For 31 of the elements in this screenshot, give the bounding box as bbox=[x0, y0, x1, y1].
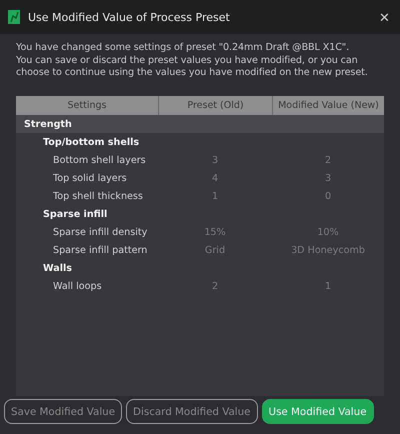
old-value: 4 bbox=[210, 172, 220, 184]
new-value: 0 bbox=[324, 190, 332, 202]
old-value: 2 bbox=[210, 280, 220, 292]
new-value: 3D Honeycomb bbox=[290, 244, 366, 256]
old-value: 1 bbox=[210, 190, 220, 202]
message-text: You can save or discard the preset values you have modified, or you can choose to continue using the values you have modified on the new preset. bbox=[16, 54, 369, 80]
category-label: Strength bbox=[23, 118, 73, 130]
outline-button[interactable]: Discard Modified Value bbox=[126, 399, 258, 424]
new-value: 2 bbox=[324, 154, 332, 166]
new-value: 1 bbox=[324, 280, 332, 292]
setting-name: Wall loops bbox=[52, 280, 103, 292]
setting-name: Top solid layers bbox=[52, 172, 128, 184]
old-value: 15% bbox=[203, 226, 227, 238]
message-text: You have changed some settings of preset "0.24mm Draft @BBL X1C". bbox=[16, 42, 350, 54]
old-value: 3 bbox=[210, 154, 220, 166]
setting-name: Bottom shell layers bbox=[52, 154, 147, 166]
group-label: Sparse infill bbox=[42, 208, 108, 220]
setting-name: Top shell thickness bbox=[52, 190, 144, 202]
old-value: Grid bbox=[204, 244, 226, 256]
group-label: Top/bottom shells bbox=[42, 136, 140, 148]
app-logo-icon bbox=[8, 10, 20, 24]
column-header: Settings bbox=[66, 99, 108, 113]
new-value: 10% bbox=[316, 226, 340, 238]
outline-button[interactable]: Save Modified Value bbox=[4, 399, 122, 424]
close-button[interactable]: ✕ bbox=[379, 10, 390, 24]
primary-button[interactable]: Use Modified Value bbox=[262, 399, 374, 424]
group-label: Walls bbox=[42, 262, 74, 274]
window-title: Use Modified Value of Process Preset bbox=[28, 10, 231, 24]
setting-name: Sparse infill density bbox=[52, 226, 148, 238]
setting-name: Sparse infill pattern bbox=[52, 244, 148, 256]
new-value: 3 bbox=[324, 172, 332, 184]
